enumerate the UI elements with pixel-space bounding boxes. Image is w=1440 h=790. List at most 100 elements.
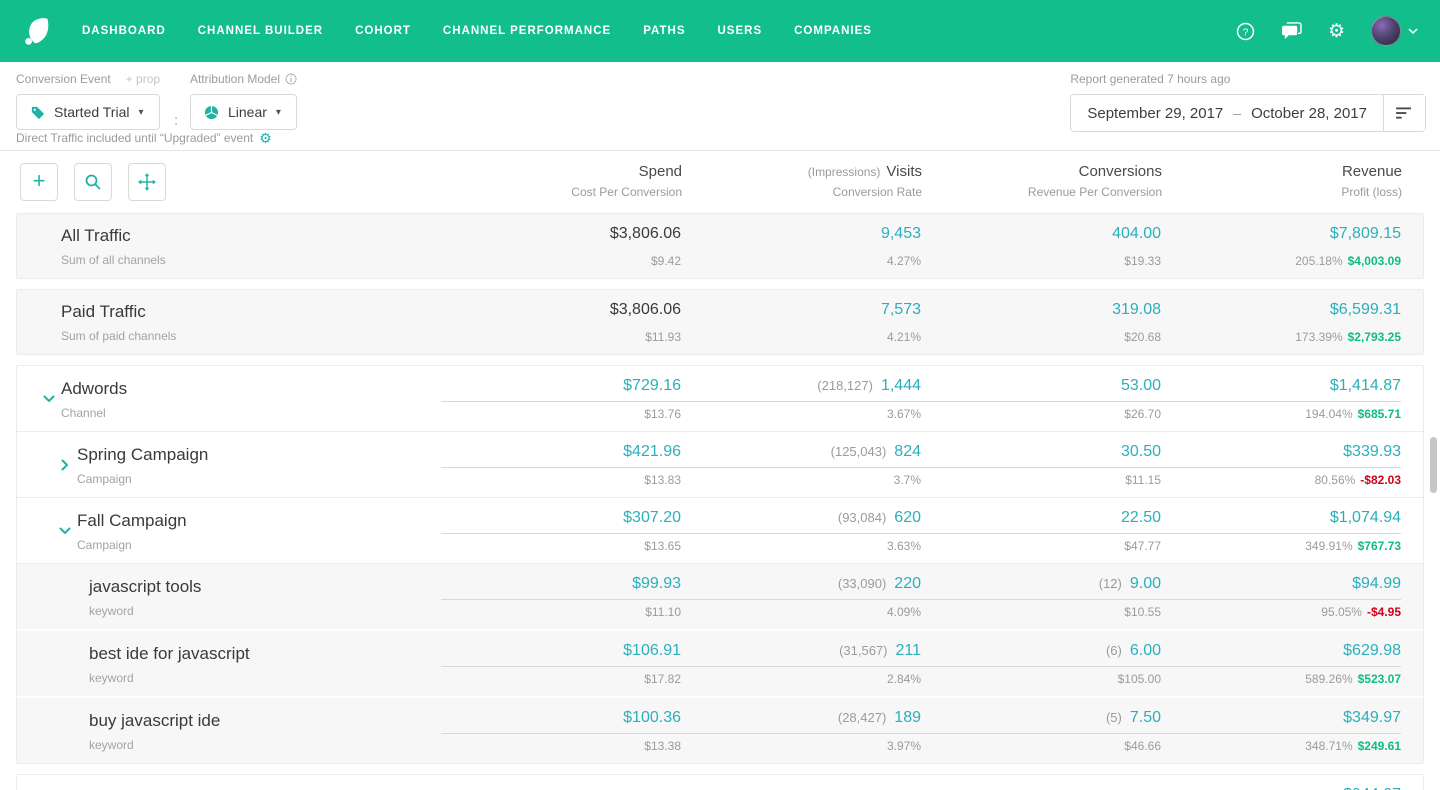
- date-range-picker[interactable]: September 29, 2017 – October 28, 2017: [1071, 95, 1383, 131]
- nav-item-channel-builder[interactable]: CHANNEL BUILDER: [198, 25, 323, 37]
- revenue-value[interactable]: $1,074.94: [1161, 508, 1401, 534]
- visits-value[interactable]: (33,090)220: [681, 574, 921, 600]
- table-row[interactable]: buy javascript ide keyword $100.36 $13.3…: [17, 696, 1423, 763]
- account-menu[interactable]: [1371, 16, 1418, 46]
- profit-amount: $523.07: [1358, 672, 1401, 686]
- info-icon[interactable]: [285, 73, 297, 85]
- help-icon[interactable]: ?: [1236, 22, 1255, 41]
- attribution-logo-icon[interactable]: [22, 14, 56, 48]
- nav-item-cohort[interactable]: COHORT: [355, 25, 411, 37]
- revenue-value[interactable]: $944.07: [1161, 785, 1401, 790]
- conversions-value[interactable]: 53.00: [921, 376, 1161, 402]
- nav-item-channel-performance[interactable]: CHANNEL PERFORMANCE: [443, 25, 611, 37]
- date-end: October 28, 2017: [1251, 105, 1367, 122]
- visits-value[interactable]: (125,043)824: [681, 442, 921, 468]
- visits-value[interactable]: (93,084)620: [681, 508, 921, 534]
- add-prop-link[interactable]: + prop: [126, 72, 160, 86]
- conversions-value[interactable]: 404.00: [921, 224, 1161, 249]
- spend-cell: $3,806.06 $11.93: [441, 300, 681, 344]
- revenue-per-conversion-value: $11.15: [921, 473, 1161, 487]
- spend-value[interactable]: $99.93: [441, 574, 681, 600]
- spend-value[interactable]: $100.36: [441, 708, 681, 734]
- conversions-cell: (6)6.00 $105.00: [921, 641, 1161, 686]
- conversion-event-dropdown[interactable]: Started Trial ▾: [16, 94, 160, 130]
- conversions-cell: (12)9.00 $10.55: [921, 574, 1161, 619]
- table-row[interactable]: javascript tools keyword $99.93 $11.10 (…: [17, 563, 1423, 629]
- revenue-value[interactable]: $339.93: [1161, 442, 1401, 468]
- column-header-conversions: Conversions Revenue Per Conversion: [922, 163, 1162, 199]
- search-button[interactable]: [74, 163, 112, 201]
- row-type: keyword: [89, 738, 220, 752]
- attribution-model-dropdown[interactable]: Linear ▾: [190, 94, 297, 130]
- chat-icon[interactable]: [1281, 22, 1302, 41]
- table-row[interactable]: Spring Campaign Campaign $421.96 $13.83 …: [17, 431, 1423, 497]
- profit-amount: -$82.03: [1360, 473, 1401, 487]
- nav-item-paths[interactable]: PATHS: [643, 25, 685, 37]
- add-channel-button[interactable]: +: [20, 163, 58, 201]
- spend-value[interactable]: $421.96: [441, 442, 681, 468]
- row-card: Video Channel $690.90 675 14.00 $944.07: [16, 774, 1424, 790]
- nav-item-dashboard[interactable]: DASHBOARD: [82, 25, 166, 37]
- settings-gear-icon[interactable]: ⚙: [1328, 22, 1345, 41]
- visits-value[interactable]: (28,427)189: [681, 708, 921, 734]
- move-arrows-icon: [138, 173, 156, 191]
- table-header: + Spend Cost Per Conversion (Impressions…: [0, 151, 1440, 213]
- revenue-value[interactable]: $6,599.31: [1161, 300, 1401, 325]
- revenue-value[interactable]: $1,414.87: [1161, 376, 1401, 402]
- visits-value[interactable]: 9,453: [681, 224, 921, 249]
- conversions-value[interactable]: 319.08: [921, 300, 1161, 325]
- column-header-revenue: Revenue Profit (loss): [1162, 163, 1402, 199]
- date-start: September 29, 2017: [1087, 105, 1223, 122]
- vertical-scrollbar[interactable]: [1430, 437, 1437, 493]
- spend-value[interactable]: $3,806.06: [441, 224, 681, 249]
- conversion-rate-value: 4.09%: [681, 605, 921, 619]
- conversions-value[interactable]: (12)9.00: [921, 574, 1161, 600]
- revenue-value[interactable]: $629.98: [1161, 641, 1401, 667]
- table-row[interactable]: best ide for javascript keyword $106.91 …: [17, 629, 1423, 696]
- table-row[interactable]: Adwords Channel $729.16 $13.76 (218,127)…: [17, 366, 1423, 431]
- table-row[interactable]: Fall Campaign Campaign $307.20 $13.65 (9…: [17, 497, 1423, 563]
- expand-chevron-icon[interactable]: [59, 527, 77, 535]
- sort-filter-button[interactable]: [1383, 95, 1425, 131]
- row-card: Paid Traffic Sum of paid channels $3,806…: [16, 289, 1424, 355]
- expand-chevron-icon[interactable]: [43, 395, 61, 403]
- nav-item-companies[interactable]: COMPANIES: [794, 25, 872, 37]
- impressions-value: (125,043): [831, 444, 887, 459]
- spend-value[interactable]: $3,806.06: [441, 300, 681, 325]
- visits-value[interactable]: 7,573: [681, 300, 921, 325]
- table-row[interactable]: Paid Traffic Sum of paid channels $3,806…: [17, 290, 1423, 354]
- conversion-rate-value: 3.7%: [681, 473, 921, 487]
- avatar[interactable]: [1371, 16, 1401, 46]
- spend-value[interactable]: $307.20: [441, 508, 681, 534]
- nav-item-users[interactable]: USERS: [718, 25, 763, 37]
- revenue-value[interactable]: $94.99: [1161, 574, 1401, 600]
- row-type: Sum of paid channels: [61, 329, 176, 343]
- direct-traffic-settings-icon[interactable]: ⚙: [259, 131, 272, 145]
- conversions-value[interactable]: (6)6.00: [921, 641, 1161, 667]
- conversions-value[interactable]: (5)7.50: [921, 708, 1161, 734]
- expand-chevron-icon[interactable]: [59, 461, 77, 469]
- visits-cell: 9,453 4.27%: [681, 224, 921, 268]
- spend-value[interactable]: $106.91: [441, 641, 681, 667]
- revenue-per-conversion-value: $105.00: [921, 672, 1161, 686]
- visits-value[interactable]: (31,567)211: [681, 641, 921, 667]
- conversions-cell: 14.00: [921, 785, 1161, 790]
- revenue-value[interactable]: $349.97: [1161, 708, 1401, 734]
- reorder-button[interactable]: [128, 163, 166, 201]
- revenue-value[interactable]: $7,809.15: [1161, 224, 1401, 249]
- visits-value[interactable]: (218,127)1,444: [681, 376, 921, 402]
- top-nav: DASHBOARD CHANNEL BUILDER COHORT CHANNEL…: [0, 0, 1440, 62]
- conversion-rate-value: 3.63%: [681, 539, 921, 553]
- plus-icon: +: [33, 170, 46, 192]
- spend-value[interactable]: $729.16: [441, 376, 681, 402]
- cost-per-conversion-value: $17.82: [441, 672, 681, 686]
- conversions-value[interactable]: 22.50: [921, 508, 1161, 534]
- table-row[interactable]: Video Channel $690.90 675 14.00 $944.07: [17, 775, 1423, 790]
- dropdown-caret-icon: ▾: [138, 107, 143, 118]
- cost-per-conversion-value: $13.65: [441, 539, 681, 553]
- revenue-cell: $629.98 589.26%$523.07: [1161, 641, 1401, 686]
- conversions-value[interactable]: 30.50: [921, 442, 1161, 468]
- table-row[interactable]: All Traffic Sum of all channels $3,806.0…: [17, 214, 1423, 278]
- profit-percent: 348.71%: [1305, 739, 1352, 753]
- row-type: Campaign: [77, 538, 187, 552]
